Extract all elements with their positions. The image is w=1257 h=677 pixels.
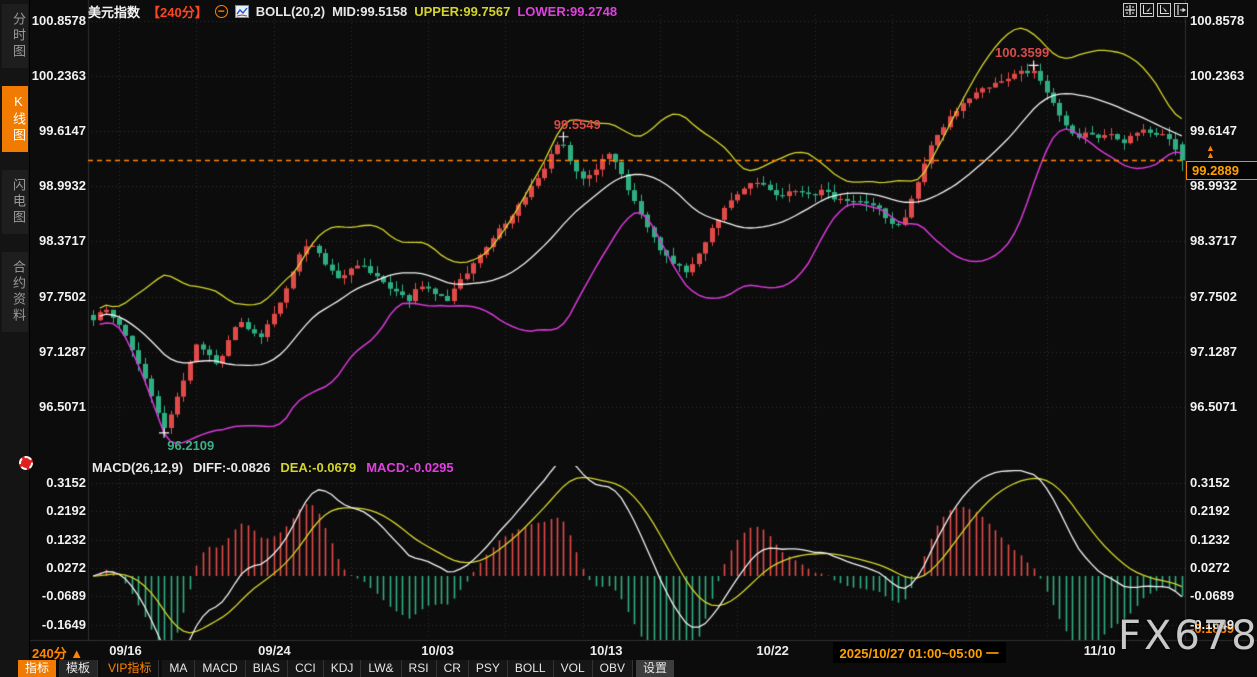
y-axis-label: 97.1287	[39, 343, 86, 359]
y-axis-label: 0.2192	[1190, 503, 1230, 519]
toolbar-button-VOL[interactable]: VOL	[553, 660, 593, 677]
indicator-toolbar: 指标 模板 VIP指标 MA MACD BIAS CCI KDJ LW& RSI CR PSY BOLL…	[18, 660, 674, 677]
y-axis-label: 0.1232	[1190, 531, 1230, 547]
period-tag: 【240分】	[147, 5, 208, 20]
peak-price-annotation: 99.5549	[553, 116, 601, 132]
y-axis-label: 100.8578	[31, 13, 86, 29]
axis-scale-left-icon[interactable]	[1140, 3, 1154, 17]
y-axis-label: 96.5071	[1190, 398, 1237, 414]
y-axis-label: -0.1649	[41, 616, 86, 632]
toolbar-button-LW&[interactable]: LW&	[361, 660, 402, 677]
toolbar-button-模板[interactable]: 模板	[59, 660, 99, 677]
collapse-icon[interactable]: −	[214, 5, 228, 18]
y-axis-label: 97.1287	[1190, 343, 1237, 359]
y-axis-label: 0.1232	[46, 531, 86, 547]
shift-right-icon[interactable]	[1174, 3, 1188, 17]
toolbar-button-MA[interactable]: MA	[162, 660, 196, 677]
sidebar-tab-分时图[interactable]: 分时图	[2, 4, 28, 68]
macd-header: MACD(26,12,9) DIFF:-0.0826 DEA:-0.0679 M…	[92, 460, 454, 475]
y-axis-label: 0.2192	[46, 503, 86, 519]
toolbar-button-BIAS[interactable]: BIAS	[245, 660, 289, 677]
axis-scale-right-icon[interactable]	[1157, 3, 1171, 17]
y-axis-label: 0.3152	[46, 474, 86, 490]
y-axis-label: 0.0272	[1190, 559, 1230, 575]
low-price-annotation: 96.2109	[167, 437, 215, 453]
x-axis-tick: 11/10	[1083, 643, 1116, 658]
top-price-annotation: 100.3599	[994, 45, 1050, 61]
toolbar-button-VIP指标[interactable]: VIP指标	[101, 660, 160, 677]
macd-params-label: MACD(26,12,9)	[92, 460, 184, 475]
macd-diff-value: DIFF:-0.0826	[193, 460, 271, 475]
chart-mode-tabs: 分时图 K线图闪电图合约资料	[0, 4, 30, 332]
boll-mid-value: MID:99.5158	[332, 4, 408, 19]
y-axis-label: 98.3717	[1190, 233, 1237, 249]
macd-dea-value: DEA:-0.0679	[280, 460, 357, 475]
y-axis-label: 99.6147	[39, 123, 86, 139]
macd-macd-value: MACD:-0.0295	[366, 460, 454, 475]
y-axis-label: 97.7502	[39, 288, 86, 304]
price-up-arrows-icon: ▲ ▲	[1206, 143, 1215, 161]
sidebar-tab-合约资料[interactable]: 合约资料	[2, 252, 28, 332]
chart-header: 美元指数 【240分】 − BOLL(20,2) MID:99.5158 UPP…	[88, 3, 617, 20]
x-axis-tick: 10/03	[421, 643, 454, 658]
indicator-chart-icon[interactable]	[234, 5, 249, 18]
boll-label: BOLL(20,2)	[255, 4, 326, 19]
y-axis-label: 0.3152	[1190, 474, 1230, 490]
left-sidebar: 分时图 K线图闪电图合约资料	[0, 0, 33, 677]
sidebar-tab-K线图[interactable]: K线图	[2, 86, 28, 152]
boll-upper-value: UPPER:99.7567	[414, 4, 511, 19]
kline-chart-canvas[interactable]	[0, 0, 1257, 677]
toolbar-button-RSI[interactable]: RSI	[401, 660, 437, 677]
y-axis-label: 96.5071	[39, 398, 86, 414]
sidebar-tab-闪电图[interactable]: 闪电图	[2, 170, 28, 234]
toolbar-button-PSY[interactable]: PSY	[468, 660, 508, 677]
toolbar-button-OBV[interactable]: OBV	[592, 660, 633, 677]
y-axis-label: 100.2363	[1190, 68, 1245, 84]
boll-lower-value: LOWER:99.2748	[517, 4, 618, 19]
hovered-candle-datetime: 2025/10/27 01:00~05:00 一	[832, 642, 1006, 663]
y-axis-label: 98.9932	[1190, 178, 1237, 194]
toolbar-button-MACD[interactable]: MACD	[195, 660, 246, 677]
toolbar-button-设置[interactable]: 设置	[635, 660, 674, 677]
x-axis-tick: 10/13	[589, 643, 623, 658]
last-price-tag: 99.2889	[1186, 161, 1257, 181]
toolbar-button-CCI[interactable]: CCI	[288, 660, 324, 677]
alert-dot-icon[interactable]	[19, 456, 33, 470]
y-axis-label: 100.8578	[1190, 13, 1245, 29]
x-axis-tick: 10/22	[756, 643, 789, 658]
toolbar-button-CR[interactable]: CR	[436, 660, 469, 677]
chart-window-controls	[1123, 3, 1188, 17]
y-axis-label: -0.0689	[1190, 588, 1235, 604]
crosshair-pan-icon[interactable]	[1123, 3, 1137, 17]
y-axis-label: 98.3717	[39, 233, 86, 249]
y-axis-label: 97.7502	[1190, 288, 1237, 304]
y-axis-label: 99.6147	[1190, 123, 1237, 139]
y-axis-label: 100.2363	[31, 68, 86, 84]
fx678-watermark: FX678	[1118, 613, 1257, 659]
symbol-title: 美元指数	[88, 5, 141, 20]
toolbar-button-BOLL[interactable]: BOLL	[507, 660, 554, 677]
y-axis-label: 98.9932	[39, 178, 86, 194]
x-axis-tick: 09/24	[258, 643, 291, 658]
y-axis-label: 0.0272	[46, 559, 86, 575]
toolbar-button-指标[interactable]: 指标	[18, 660, 57, 677]
x-axis-tick: 09/16	[109, 643, 142, 658]
y-axis-label: -0.0689	[41, 588, 86, 604]
toolbar-button-KDJ[interactable]: KDJ	[323, 660, 362, 677]
